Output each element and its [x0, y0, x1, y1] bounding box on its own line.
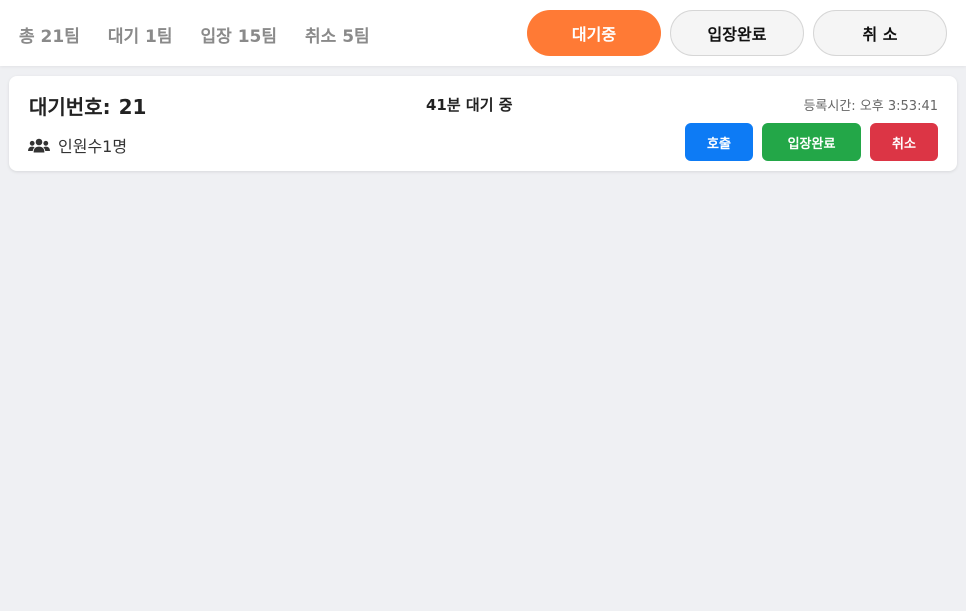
wait-number-value: 21	[118, 95, 147, 119]
cancel-button[interactable]: 취소	[870, 123, 938, 161]
enter-complete-button[interactable]: 입장완료	[762, 123, 861, 161]
top-bar: 총 21팀 대기 1팀 입장 15팀 취소 5팀 대기중 입장완료 취 소	[0, 0, 966, 66]
elapsed-time: 41분 대기 중	[426, 96, 513, 114]
tab-waiting[interactable]: 대기중	[527, 10, 661, 56]
party-size-label: 인원수1명	[58, 137, 128, 156]
registered-time: 등록시간: 오후 3:53:41	[803, 99, 938, 114]
tab-cancel[interactable]: 취 소	[813, 10, 947, 56]
tab-entered[interactable]: 입장완료	[670, 10, 804, 56]
summary-stats: 총 21팀 대기 1팀 입장 15팀 취소 5팀	[19, 22, 370, 47]
stat-total: 총 21팀	[19, 27, 80, 47]
wait-number-label: 대기번호:	[29, 95, 111, 119]
stat-waiting: 대기 1팀	[107, 27, 173, 47]
waiting-card: 대기번호: 21 41분 대기 중 등록시간: 오후 3:53:41 인원수1명 …	[9, 76, 957, 171]
call-button[interactable]: 호출	[685, 123, 753, 161]
stat-entered: 입장 15팀	[200, 27, 278, 47]
users-icon	[28, 138, 50, 152]
wait-number: 대기번호: 21	[29, 91, 146, 120]
stat-cancelled: 취소 5팀	[305, 27, 370, 47]
party-size: 인원수1명	[28, 133, 127, 157]
